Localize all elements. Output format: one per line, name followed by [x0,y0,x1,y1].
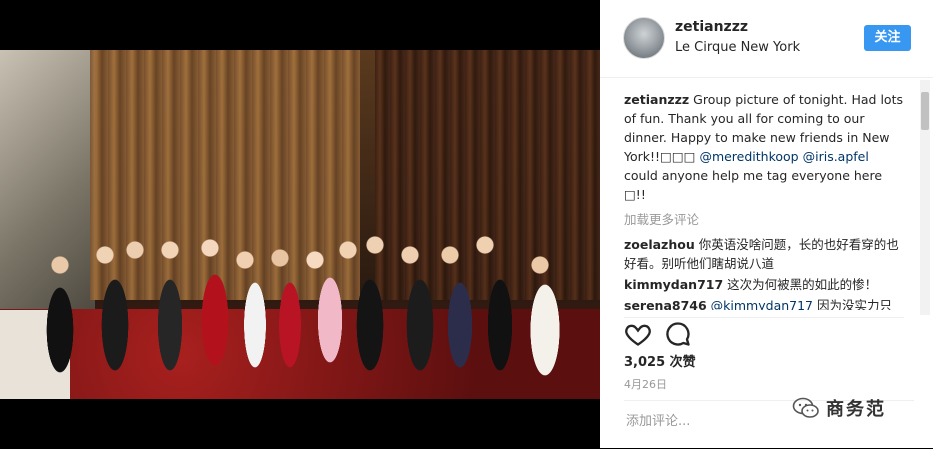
caption-mention-2[interactable]: @iris.apfel [803,149,869,164]
comment-item: zoelazhou 你英语没啥问题，长的也好看穿的也好看。别听他们瞎胡说八道 [624,235,904,273]
add-comment-input[interactable] [624,413,798,430]
scrollbar-thumb[interactable] [921,92,929,130]
follow-button[interactable]: 关注 [864,25,911,51]
comment-username[interactable]: zoelazhou [624,237,695,252]
comment-text: 因为没实力只 [813,298,892,310]
photo-pane [0,0,600,448]
comment-item: serena8746 @kimmydan717 因为没实力只 [624,296,904,310]
post-side-panel: zetianzzz Le Cirque New York 关注 zetianzz… [600,0,933,448]
comment-username[interactable]: kimmydan717 [624,277,723,292]
load-more-comments-link[interactable]: 加载更多评论 [624,210,904,229]
avatar[interactable] [623,17,665,59]
likes-count[interactable]: 3,025 次赞 [624,351,696,370]
comment-text: 这次为何被黑的如此的惨！ [723,277,878,292]
speech-bubble-icon[interactable] [664,320,692,348]
caption: zetianzzz Group picture of tonight. Had … [624,90,904,204]
comment-username[interactable]: serena8746 [624,298,707,310]
comment-mention[interactable]: @kimmydan717 [711,298,813,310]
watermark-text: 商务范 [826,399,886,420]
caption-username[interactable]: zetianzzz [624,92,689,107]
watermark: 商务范 [792,393,886,423]
comments-scrollbar[interactable] [920,80,930,315]
post-header: zetianzzz Le Cirque New York 关注 [600,0,933,78]
photo-group-faces [30,220,590,399]
post-actions [624,317,904,348]
caption-text-2: could anyone help me tag everyone here □… [624,168,883,202]
comment-item: kimmydan717 这次为何被黑的如此的惨！ [624,275,904,294]
post-username[interactable]: zetianzzz [675,19,748,35]
post-location[interactable]: Le Cirque New York [675,40,800,55]
wechat-logo-icon [792,397,819,418]
post-date: 4月26日 [624,378,667,391]
caption-mention-1[interactable]: @meredithkoop [699,149,798,164]
heart-outline-icon[interactable] [624,320,652,348]
post-photo[interactable] [0,50,600,399]
comments-list: zetianzzz Group picture of tonight. Had … [624,90,904,310]
